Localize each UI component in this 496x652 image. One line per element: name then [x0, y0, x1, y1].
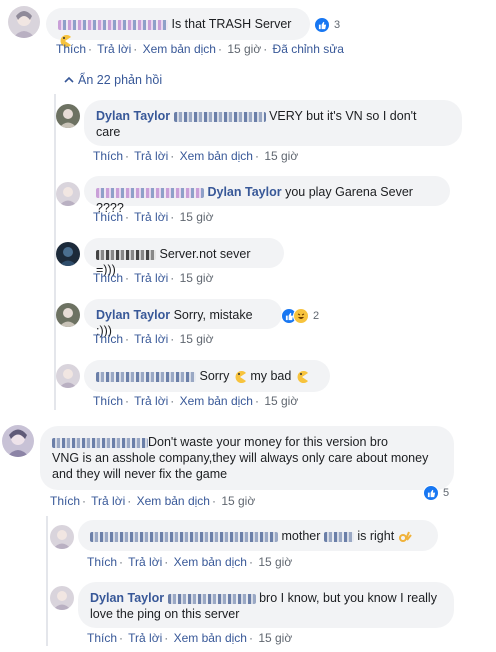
timestamp[interactable]: 15 giờ: [180, 210, 214, 224]
avatar[interactable]: [56, 104, 80, 128]
translate-link[interactable]: Xem bản dịch: [137, 494, 210, 508]
translate-link[interactable]: Xem bản dịch: [180, 149, 253, 163]
redacted-text: [167, 593, 256, 604]
reply-link[interactable]: Trả lời: [134, 149, 168, 163]
reply-actions: Thích · Trả lời · Xem bản dịch · 15 giờ: [87, 555, 293, 569]
mentioned-name[interactable]: Dylan Taylor: [207, 185, 281, 199]
avatar[interactable]: [8, 6, 40, 38]
reply-bubble: Dylan Taylor VERY but it's VN so I don't…: [84, 100, 462, 146]
reply-link[interactable]: Trả lời: [134, 271, 168, 285]
pacman-emoji-icon: [235, 370, 246, 383]
timestamp[interactable]: 15 giờ: [264, 394, 298, 408]
redacted-name[interactable]: [96, 187, 204, 198]
comment-bubble: Is that TRASH Server: [46, 8, 310, 47]
timestamp[interactable]: 15 giờ: [258, 631, 292, 645]
like-link[interactable]: Thích: [93, 394, 123, 408]
reply-bubble: Server.not sever =))): [84, 238, 284, 277]
reply-bubble: Dylan Taylor bro I know, but you know I …: [78, 582, 454, 628]
hide-replies-button[interactable]: Ẩn 22 phản hồi: [64, 73, 162, 87]
timestamp[interactable]: 15 giờ: [264, 149, 298, 163]
like-link[interactable]: Thích: [93, 271, 123, 285]
like-link[interactable]: Thích: [93, 210, 123, 224]
comment-bubble: Don't waste your money for this version …: [40, 426, 454, 490]
reply-actions: Thích · Trả lời · Xem bản dịch · 15 giờ: [93, 149, 299, 163]
comment-actions: Thích · Trả lời · Xem bản dịch · 15 giờ · Đã…: [56, 42, 344, 56]
like-link[interactable]: Thích: [56, 42, 86, 56]
reply-actions: Thích · Trả lời · Xem bản dịch · 15 giờ: [87, 631, 293, 645]
reply-bubble: Dylan Taylor you play Garena Sever ????: [84, 176, 450, 215]
comment-text: Is that TRASH Server: [171, 17, 292, 31]
reply-actions: Thích · Trả lời · 15 giờ: [93, 332, 214, 346]
redacted-name[interactable]: [58, 19, 168, 30]
redacted-name[interactable]: [96, 371, 196, 382]
redacted-text: [173, 111, 266, 122]
ok-hand-emoji-icon: [398, 531, 412, 542]
timestamp[interactable]: 15 giờ: [227, 42, 261, 56]
reaction-count[interactable]: 3: [314, 17, 340, 33]
reply-link[interactable]: Trả lời: [91, 494, 125, 508]
timestamp[interactable]: 15 giờ: [258, 555, 292, 569]
reply-link[interactable]: Trả lời: [128, 555, 162, 569]
reply-actions: Thích · Trả lời · 15 giờ: [93, 210, 214, 224]
translate-link[interactable]: Xem bản dịch: [180, 394, 253, 408]
author-name[interactable]: Dylan Taylor: [96, 109, 170, 123]
translate-link[interactable]: Xem bản dịch: [174, 631, 247, 645]
reply-actions: Thích · Trả lời · 15 giờ: [93, 271, 214, 285]
avatar[interactable]: [56, 242, 80, 266]
reply-bubble: mother is right: [78, 520, 438, 551]
like-reaction-icon: [423, 485, 439, 501]
reply-link[interactable]: Trả lời: [134, 210, 168, 224]
chevron-up-icon: [64, 73, 74, 87]
avatar[interactable]: [56, 364, 80, 388]
translate-link[interactable]: Xem bản dịch: [174, 555, 247, 569]
author-name[interactable]: Dylan Taylor: [96, 308, 170, 322]
reply-bubble: Sorry my bad: [84, 360, 330, 392]
like-link[interactable]: Thích: [93, 149, 123, 163]
pacman-emoji-icon: [297, 370, 308, 383]
avatar[interactable]: [56, 303, 80, 327]
redacted-name[interactable]: [90, 531, 278, 542]
translate-link[interactable]: Xem bản dịch: [143, 42, 216, 56]
timestamp[interactable]: 15 giờ: [180, 332, 214, 346]
reply-link[interactable]: Trả lời: [97, 42, 131, 56]
author-name[interactable]: Dylan Taylor: [90, 591, 164, 605]
avatar[interactable]: [2, 425, 34, 457]
redacted-name[interactable]: [96, 249, 156, 260]
redacted-name[interactable]: [52, 437, 148, 448]
like-link[interactable]: Thích: [93, 332, 123, 346]
avatar[interactable]: [50, 586, 74, 610]
timestamp[interactable]: 15 giờ: [221, 494, 255, 508]
timestamp[interactable]: 15 giờ: [180, 271, 214, 285]
reply-link[interactable]: Trả lời: [128, 631, 162, 645]
redacted-text: [323, 531, 354, 542]
like-link[interactable]: Thích: [87, 555, 117, 569]
avatar[interactable]: [50, 525, 74, 549]
edited-label[interactable]: Đã chỉnh sửa: [273, 42, 344, 56]
like-link[interactable]: Thích: [87, 631, 117, 645]
comment-actions: Thích · Trả lời · Xem bản dịch · 15 giờ: [50, 494, 256, 508]
reaction-count[interactable]: 5: [423, 485, 449, 501]
haha-reaction-icon: [293, 308, 309, 324]
reaction-count[interactable]: 2: [281, 308, 319, 324]
reply-link[interactable]: Trả lời: [134, 394, 168, 408]
thread-line: [46, 516, 48, 646]
avatar[interactable]: [56, 182, 80, 206]
reply-bubble: Dylan Taylor Sorry, mistake :))): [84, 299, 282, 338]
reply-actions: Thích · Trả lời · Xem bản dịch · 15 giờ: [93, 394, 299, 408]
like-link[interactable]: Thích: [50, 494, 80, 508]
like-reaction-icon: [314, 17, 330, 33]
reply-link[interactable]: Trả lời: [134, 332, 168, 346]
